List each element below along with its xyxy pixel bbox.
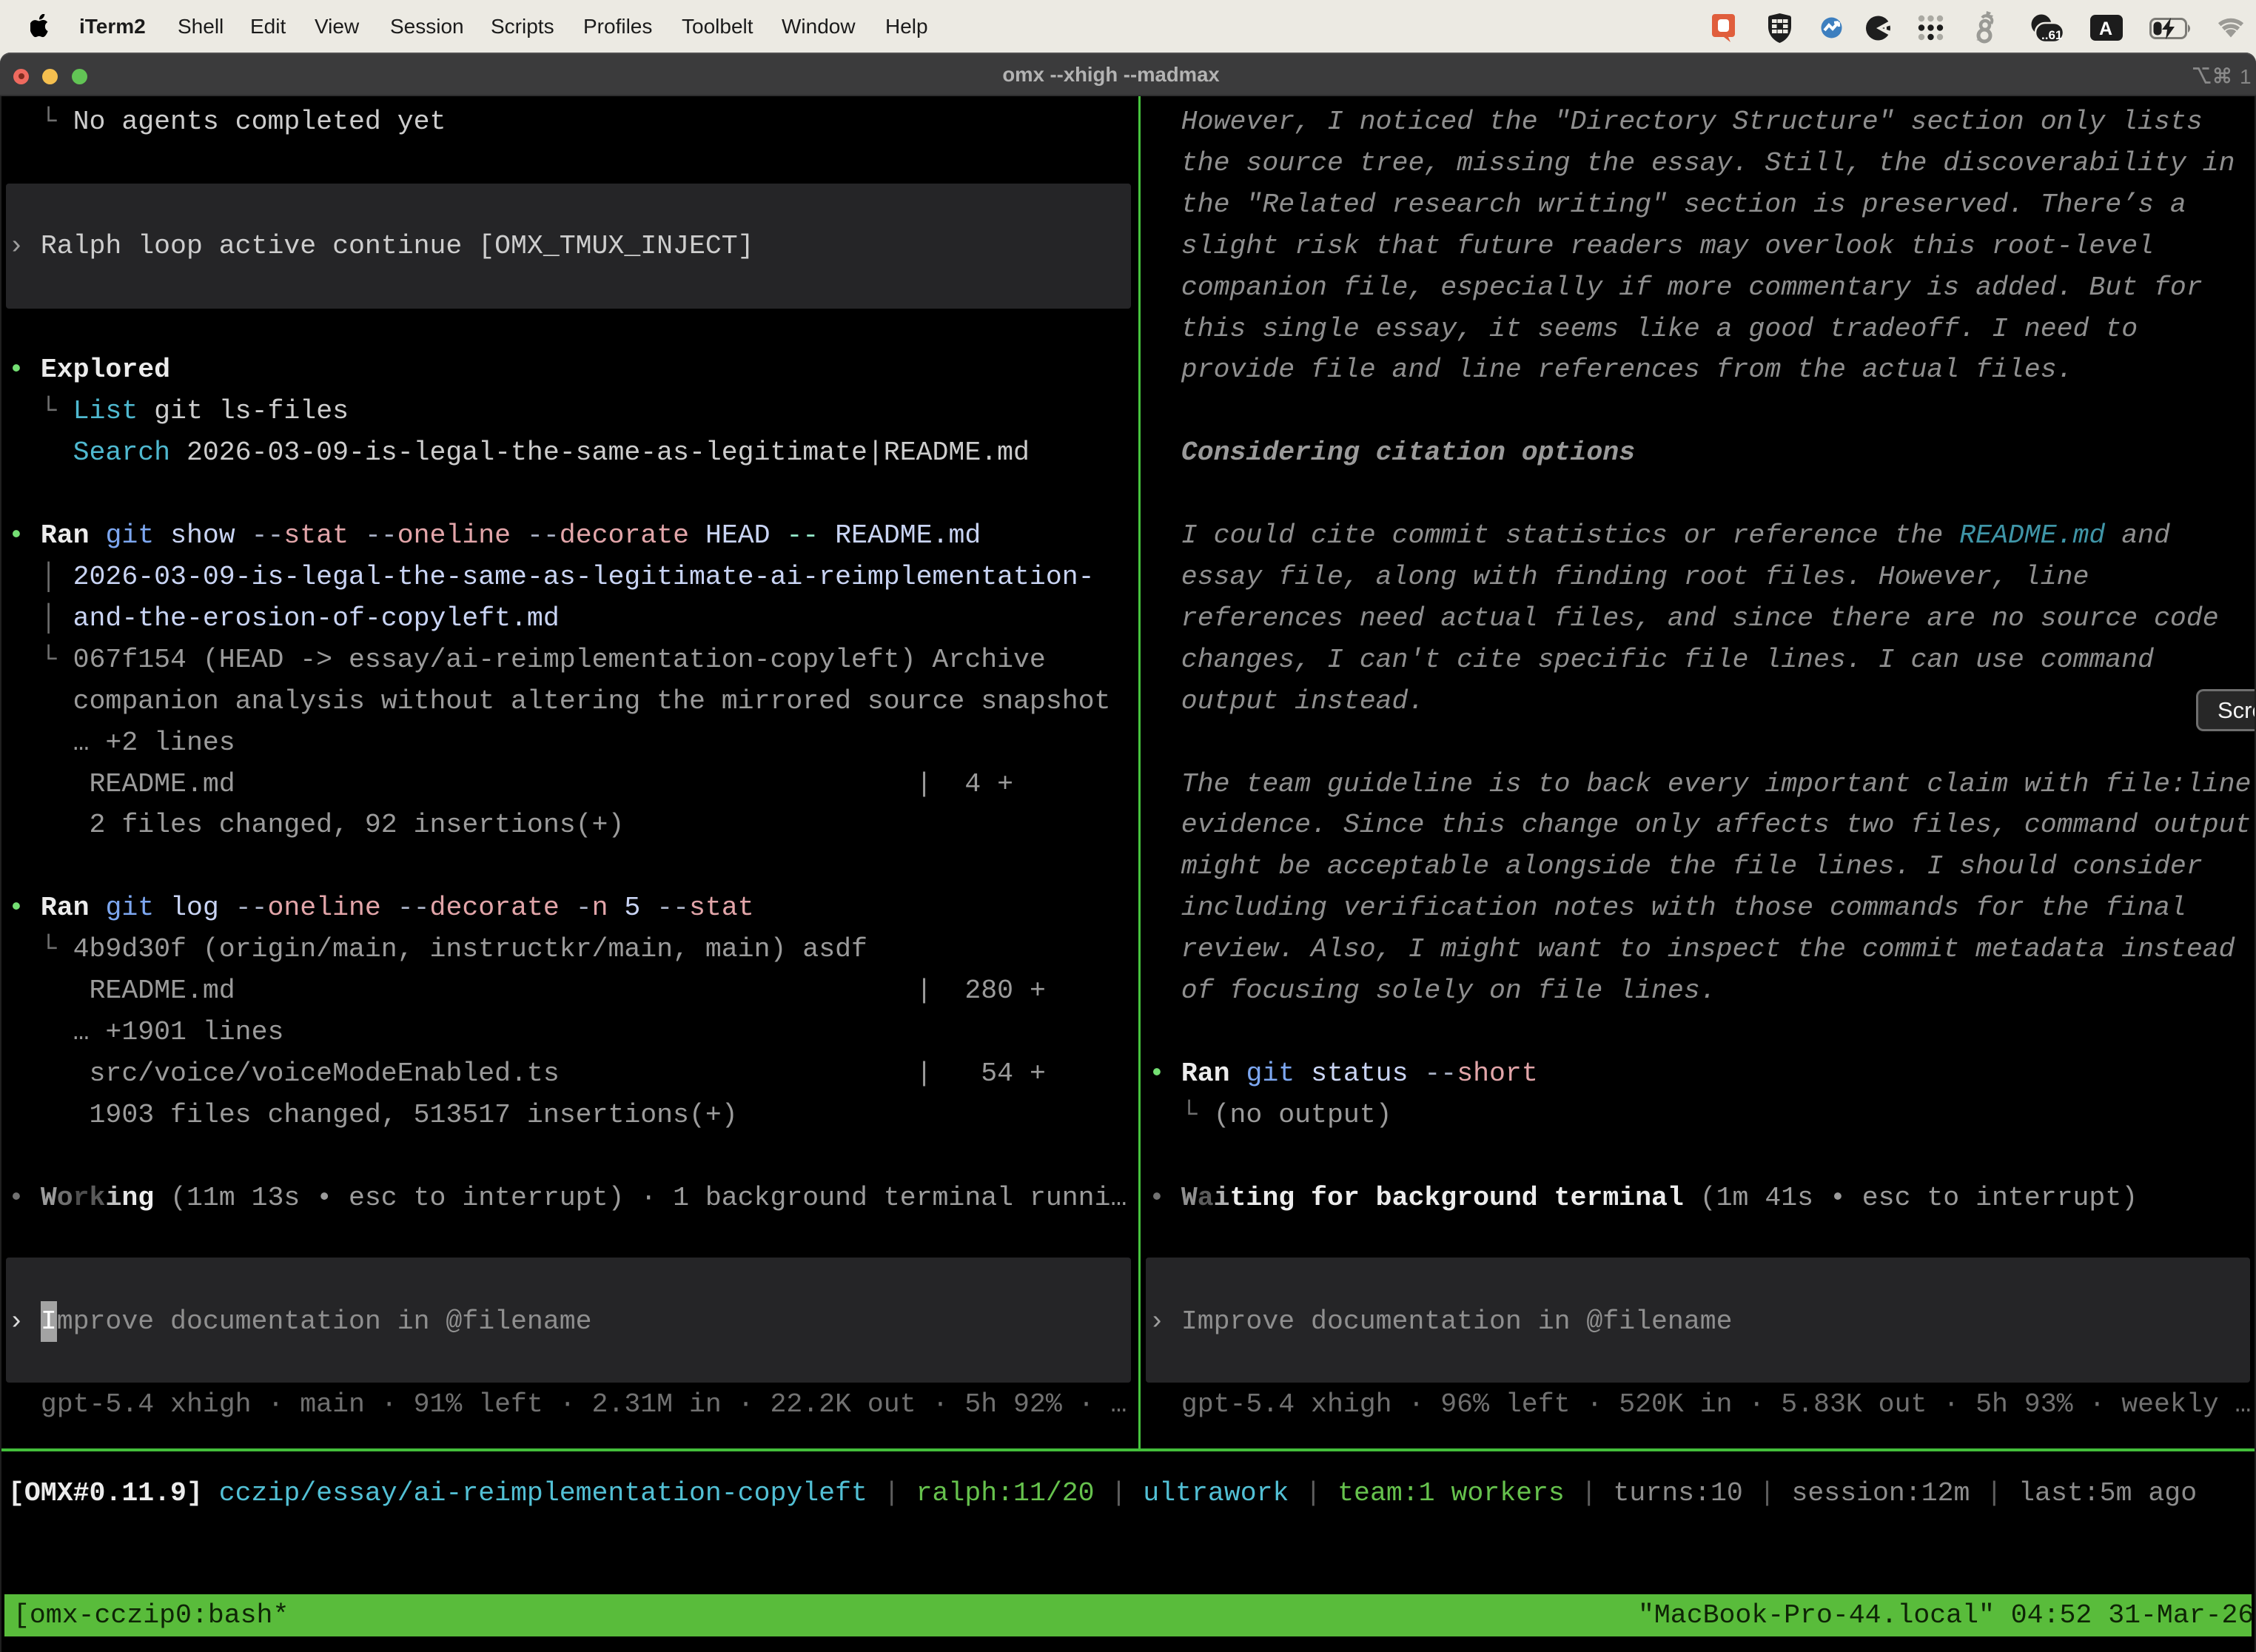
svg-text:A: A — [2099, 19, 2112, 39]
svg-text:..61: ..61 — [2041, 28, 2062, 42]
